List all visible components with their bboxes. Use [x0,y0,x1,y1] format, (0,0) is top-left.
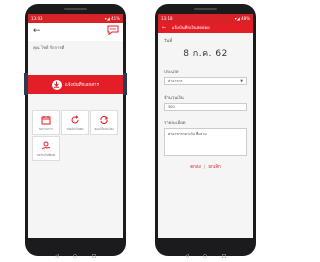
nav-recent-icon[interactable] [222,243,226,258]
back-arrow-icon[interactable]: ← [162,25,166,31]
document-record-label: แจ้งบันทึกเอกสาร [64,83,99,88]
tile-label: ขอเบิกเงินสด [66,127,84,131]
hand-coin-icon [41,141,51,150]
refresh-icon [100,115,108,125]
date-label: วันที่ [164,39,173,44]
app-bar: ← [28,23,123,41]
document-record-button[interactable]: แจ้งบันทึกเอกสาร [28,75,123,94]
tile-label: ขอรับเงินพิเศษ [36,153,56,157]
chat-icon[interactable] [107,25,119,35]
tile-label: ขอรายการ [38,127,54,131]
nav-recent-icon[interactable] [92,243,96,258]
category-value: ค่าอาหาร [168,79,183,83]
status-time: 13:18 [161,16,173,21]
nav-back-icon[interactable] [184,243,189,259]
save-button[interactable]: ตกลง [190,165,201,170]
phone-right: 13:18 ▾◢ 48% ← แจ้งบันทึกเงินสดย่อย วันท… [155,4,256,259]
status-icons: ▾◢ 48% [234,16,250,21]
speaker [64,8,87,10]
calendar-icon [41,116,51,125]
user-name: คุณ ไชย์ รักการดี [28,41,123,69]
back-arrow-icon[interactable]: ← [33,26,41,36]
petty-cash-form: วันที่ 8 ก.ค. 62 ประเภท ค่าอาหาร ▼ จำนวน… [158,33,253,174]
date-value[interactable]: 8 ก.ค. 62 [164,46,247,60]
action-separator: | [203,165,206,170]
refund-icon [71,115,79,124]
dropdown-arrow-icon: ▼ [240,79,243,83]
screen-left: 13:03 ▾◢ 41% ← คุณ ไชย์ รักการดี แจ้งบัน… [28,14,123,238]
nav-home-icon[interactable] [203,243,207,258]
amount-input[interactable]: 300 [164,103,247,111]
nav-bar [54,243,96,259]
page-title: แจ้งบันทึกเงินสดย่อย [171,26,210,31]
status-icons: ▾◢ 41% [104,16,120,21]
category-label: ประเภท [164,70,179,75]
phone-left: 13:03 ▾◢ 41% ← คุณ ไชย์ รักการดี แจ้งบัน… [24,4,127,259]
tile-label: ขอเปลี่ยนแปลง [94,127,114,131]
nav-home-icon[interactable] [73,243,77,258]
category-select[interactable]: ค่าอาหาร ▼ [164,77,247,85]
side-tab-right [123,73,127,95]
status-time: 13:03 [31,16,43,21]
form-actions: ตกลง | ยกเลิก [164,163,247,170]
status-bar: 13:03 ▾◢ 41% [28,14,123,23]
screen-right: 13:18 ▾◢ 48% ← แจ้งบันทึกเงินสดย่อย วันท… [158,14,253,238]
amount-label: จำนวนเงิน [164,96,184,101]
tile-request-list[interactable]: ขอรายการ [32,110,60,135]
nav-back-icon[interactable] [54,243,59,259]
status-bar: 13:18 ▾◢ 48% [158,14,253,23]
nav-bar [184,243,226,259]
app-bar: ← แจ้งบันทึกเงินสดย่อย [158,23,253,33]
detail-label: รายละเอียด [164,121,186,126]
tile-special-payment[interactable]: ขอรับเงินพิเศษ [32,136,60,161]
download-icon [51,79,62,90]
cancel-button[interactable]: ยกเลิก [208,165,220,170]
speaker [194,8,217,10]
side-tab-left [24,73,28,95]
tile-change[interactable]: ขอเปลี่ยนแปลง [90,110,118,135]
detail-textarea[interactable]: ค่าอาหารกลางวัน ทีมงาน [164,128,247,156]
tile-cash-withdraw[interactable]: ขอเบิกเงินสด [61,110,89,135]
